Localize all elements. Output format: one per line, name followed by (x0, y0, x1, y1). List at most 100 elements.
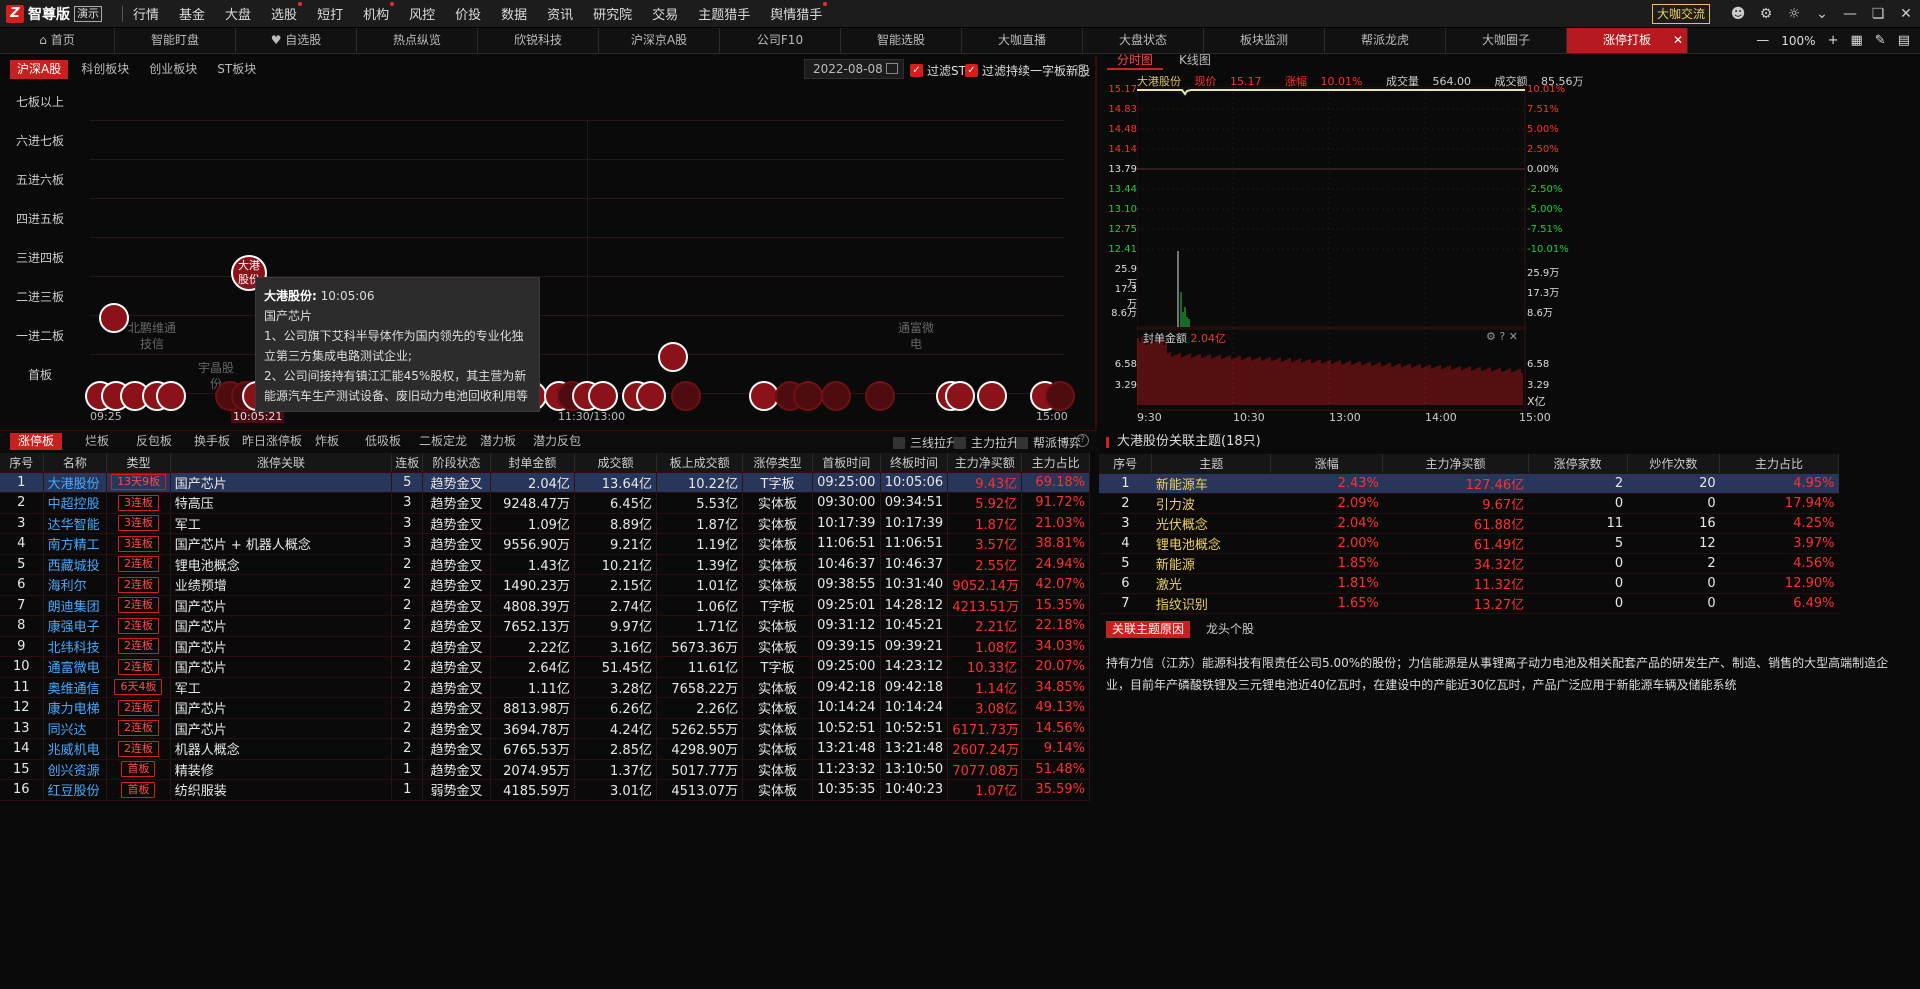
stock-bubble[interactable] (671, 381, 701, 411)
board-tab-0[interactable]: 涨停板 (10, 433, 63, 450)
collapse-icon[interactable]: ⌄ (1808, 0, 1836, 28)
stock-bubble[interactable] (793, 381, 823, 411)
table-row[interactable]: 16 红豆股份 首板 纺织服装 1 弱势金叉 4185.59万 3.01亿 4513.07万 实体… (0, 779, 1090, 801)
cell-名称[interactable]: 西藏城投 (43, 554, 108, 575)
cell-名称[interactable]: 朗迪集团 (43, 595, 108, 616)
tab-0[interactable]: ⌂ 首页 (0, 28, 115, 53)
cell-名称[interactable]: 大港股份 (43, 472, 108, 493)
seal-panel-icons[interactable]: ⚙ ? ✕ (1486, 330, 1518, 343)
column-header[interactable]: 板上成交额 (656, 453, 744, 473)
reason-tab-1[interactable]: 龙头个股 (1200, 621, 1260, 638)
stock-bubble[interactable] (156, 381, 186, 411)
menu-item-12[interactable]: 主题猎手 (698, 4, 750, 23)
column-header[interactable]: 类型 (106, 453, 171, 473)
column-header[interactable]: 连板 (391, 453, 424, 473)
related-column-header[interactable]: 主力净买额 (1382, 454, 1529, 474)
tab-5[interactable]: 沪深京A股 (599, 28, 720, 53)
table-row[interactable]: 5 西藏城投 2连板 锂电池概念 2 趋势金叉 1.43亿 10.21亿 1.39亿 实体板 10:… (0, 554, 1090, 575)
column-header[interactable]: 涨停类型 (742, 453, 813, 473)
related-column-header[interactable]: 涨停家数 (1528, 454, 1628, 474)
column-header[interactable]: 主力净买额 (947, 453, 1023, 473)
related-column-header[interactable]: 序号 (1099, 454, 1153, 474)
stock-bubble[interactable] (658, 342, 688, 372)
related-column-header[interactable]: 主题 (1151, 454, 1272, 474)
related-row[interactable]: 4 锂电池概念 2.00% 61.49亿 5 12 3.97% (1099, 533, 1839, 554)
chart-tab-0[interactable]: 分时图 (1107, 50, 1164, 70)
table-row[interactable]: 2 中超控股 3连板 特高压 3 趋势金叉 9248.47万 6.45亿 5.53亿 实体板 09:… (0, 492, 1090, 514)
table-help-icon[interactable]: ? (1076, 434, 1089, 447)
board-tab-3[interactable]: 换手板 (186, 433, 238, 450)
table-row[interactable]: 1 大港股份 13天9板 国产芯片 5 趋势金叉 2.04亿 13.64亿 10.22亿 T字板 0… (0, 472, 1090, 493)
column-header[interactable]: 封单金额 (490, 453, 575, 473)
menu-item-6[interactable]: 风控 (409, 4, 435, 23)
stock-bubble[interactable] (945, 381, 975, 411)
related-row[interactable]: 3 光伏概念 2.04% 61.88亿 11 16 4.25% (1099, 513, 1839, 534)
menu-item-0[interactable]: 行情 (133, 4, 159, 23)
minimize-icon[interactable]: — (1836, 0, 1864, 28)
reason-tab-0[interactable]: 关联主题原因 (1106, 621, 1191, 638)
table-row[interactable]: 7 朗迪集团 2连板 国产芯片 2 趋势金叉 4808.39万 2.74亿 1.06亿 T字板 09… (0, 595, 1090, 616)
related-row[interactable]: 2 引力波 2.09% 9.67亿 0 0 17.94% (1099, 493, 1839, 514)
tab-4[interactable]: 欣锐科技 (478, 28, 599, 53)
gang-game-checkbox[interactable]: 帮派博弈 (1016, 434, 1081, 451)
tab-7[interactable]: 智能选股 (841, 28, 962, 53)
stock-bubble[interactable] (99, 303, 129, 333)
settings-icon[interactable]: ⚙ (1752, 0, 1780, 28)
filter-st-checkbox[interactable]: ✓ 过滤ST (910, 62, 966, 79)
skin-icon[interactable]: ☼ (1780, 0, 1808, 28)
table-row[interactable]: 14 兆威机电 2连板 机器人概念 2 趋势金叉 6765.53万 2.85亿 4298.90万… (0, 738, 1090, 760)
menu-item-5[interactable]: 机构 (363, 2, 395, 23)
stock-bubble[interactable] (1045, 381, 1075, 411)
board-tab-4[interactable]: 昨日涨停板 (234, 433, 310, 450)
cell-名称[interactable]: 创兴资源 (43, 759, 108, 780)
table-row[interactable]: 10 通富微电 2连板 国产芯片 2 趋势金叉 2.64亿 51.45亿 11.61亿 T字板 09… (0, 656, 1090, 678)
cell-名称[interactable]: 海利尔 (43, 574, 108, 596)
menu-item-9[interactable]: 资讯 (547, 4, 573, 23)
cell-名称[interactable]: 康力电梯 (43, 697, 108, 719)
related-column-header[interactable]: 炒作次数 (1627, 454, 1721, 474)
main-force-checkbox[interactable]: 主力拉升 (954, 434, 1019, 451)
cell-名称[interactable]: 康强电子 (43, 615, 108, 637)
menu-item-11[interactable]: 交易 (652, 4, 678, 23)
stock-bubble[interactable] (636, 381, 666, 411)
stock-bubble[interactable] (865, 381, 895, 411)
market-tab-3[interactable]: ST板块 (210, 60, 263, 79)
related-row[interactable]: 6 激光 1.81% 11.32亿 0 0 12.90% (1099, 573, 1839, 594)
table-row[interactable]: 11 奥维通信 6天4板 军工 2 趋势金叉 1.11亿 3.28亿 7658.22万 实体板 09… (0, 677, 1090, 698)
column-header[interactable]: 序号 (0, 453, 44, 473)
close-icon[interactable]: ✕ (1892, 0, 1920, 28)
table-row[interactable]: 8 康强电子 2连板 国产芯片 2 趋势金叉 7652.13万 9.97亿 1.71亿 实体板 09… (0, 615, 1090, 637)
table-row[interactable]: 13 同兴达 2连板 国产芯片 2 趋势金叉 3694.78万 4.24亿 5262.55万 实体… (0, 718, 1090, 739)
table-row[interactable]: 3 达华智能 3连板 军工 3 趋势金叉 1.09亿 8.89亿 1.87亿 实体板 10:17:3… (0, 513, 1090, 534)
board-tab-5[interactable]: 炸板 (307, 433, 347, 450)
stock-bubble[interactable] (977, 381, 1007, 411)
help-icon[interactable]: ? (1076, 64, 1089, 77)
column-header[interactable]: 名称 (43, 453, 108, 473)
menu-item-7[interactable]: 价投 (455, 4, 481, 23)
menu-item-4[interactable]: 短打 (317, 4, 343, 23)
stock-bubble[interactable] (821, 381, 851, 411)
cell-名称[interactable]: 同兴达 (43, 718, 108, 739)
cell-名称[interactable]: 奥维通信 (43, 677, 108, 698)
three-line-checkbox[interactable]: 三线拉升 (893, 434, 958, 451)
cell-名称[interactable]: 北纬科技 (43, 636, 108, 657)
column-header[interactable]: 主力占比 (1021, 453, 1090, 473)
app-logo[interactable]: Z 智尊版 演示 (0, 4, 112, 24)
board-tab-7[interactable]: 二板定龙 (411, 433, 475, 450)
tab-1[interactable]: 智能盯盘 (115, 28, 236, 53)
cell-名称[interactable]: 红豆股份 (43, 779, 108, 801)
related-row[interactable]: 1 新能源车 2.43% 127.46亿 2 20 4.95% (1099, 473, 1839, 494)
restore-icon[interactable]: ❏ (1864, 0, 1892, 28)
column-header[interactable]: 成交额 (574, 453, 657, 473)
board-tab-2[interactable]: 反包板 (128, 433, 180, 450)
board-tab-6[interactable]: 低吸板 (357, 433, 409, 450)
tab-3[interactable]: 热点纵览 (357, 28, 478, 53)
table-row[interactable]: 15 创兴资源 首板 精装修 1 趋势金叉 2074.95万 1.37亿 5017.77万 实体板… (0, 759, 1090, 780)
related-row[interactable]: 7 指纹识别 1.65% 13.27亿 0 0 6.49% (1099, 593, 1839, 614)
cell-名称[interactable]: 南方精工 (43, 533, 108, 555)
cell-名称[interactable]: 兆威机电 (43, 738, 108, 760)
menu-item-13[interactable]: 舆情猎手 (770, 2, 828, 23)
user-icon[interactable]: ☻ (1724, 0, 1752, 28)
cell-名称[interactable]: 中超控股 (43, 492, 108, 514)
tab-6[interactable]: 公司F10 (720, 28, 841, 53)
